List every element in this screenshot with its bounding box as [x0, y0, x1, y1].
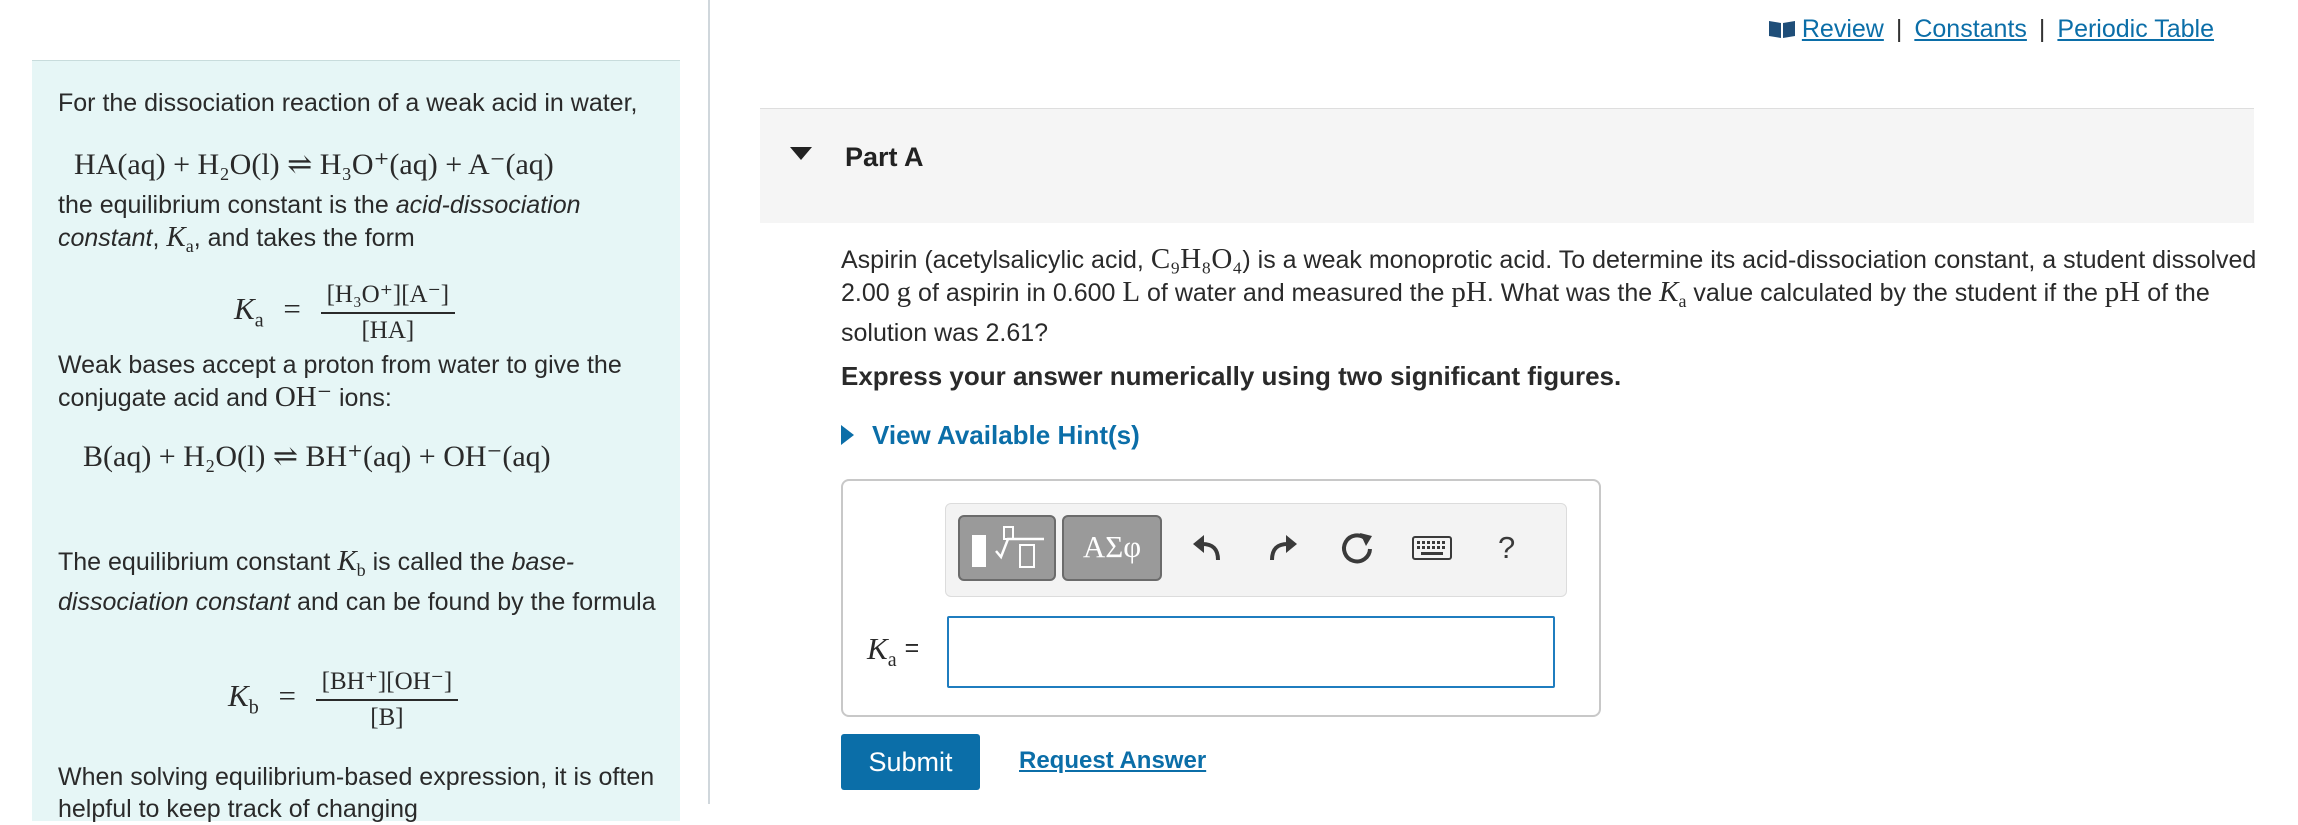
link-separator: |	[2038, 15, 2046, 43]
part-a-header[interactable]: Part A	[760, 108, 2254, 223]
question-text: Aspirin (acetylsalicylic acid, C₉H₈O₄) i…	[841, 243, 2257, 347]
kb-definition-text: The equilibrium constant Kb is called th…	[58, 545, 656, 616]
acid-dissociation-equation: HA(aq) + H₂O(l) ⇌ H₃O⁺(aq) + A⁻(aq)	[74, 148, 554, 181]
constants-link[interactable]: Constants	[1914, 15, 2027, 43]
aspirin-formula: C₉H₈O₄	[1150, 243, 1243, 275]
keyboard-icon[interactable]	[1412, 534, 1452, 567]
help-button[interactable]: ?	[1498, 530, 1515, 566]
math-toolbar: ΑΣφ ?	[945, 503, 1567, 597]
caret-down-icon[interactable]	[790, 147, 812, 166]
answer-instruction: Express your answer numerically using tw…	[841, 361, 1622, 391]
reset-icon[interactable]	[1338, 530, 1376, 573]
ka-definition-text: the equilibrium constant is the acid-dis…	[58, 191, 581, 256]
solving-text: When solving equilibrium-based expressio…	[58, 763, 655, 823]
bases-text: Weak bases accept a proton from water to…	[58, 351, 622, 413]
info-panel: For the dissociation reaction of a weak …	[32, 60, 680, 823]
greek-symbols-button[interactable]: ΑΣφ	[1062, 515, 1162, 581]
templates-button[interactable]	[958, 515, 1056, 581]
kb-formula: Kb = [BH⁺][OH⁻] [B]	[228, 666, 459, 732]
ka-formula: Ka = [H₃O⁺][A⁻] [HA]	[234, 279, 456, 345]
intro-text: For the dissociation reaction of a weak …	[58, 89, 638, 117]
templates-icon	[960, 526, 1054, 583]
answer-box: ΑΣφ ? Ka =	[841, 479, 1601, 717]
request-answer-link[interactable]: Request Answer	[1019, 747, 1206, 775]
resource-links: Review | Constants | Periodic Table	[1768, 15, 2214, 46]
caret-right-icon	[841, 425, 854, 445]
kb-numerator: [BH⁺][OH⁻]	[315, 666, 459, 701]
review-link[interactable]: Review	[1802, 15, 1884, 43]
ka-numerator: [H₃O⁺][A⁻]	[320, 279, 456, 314]
answer-input[interactable]	[947, 616, 1555, 688]
ka-denominator: [HA]	[361, 317, 415, 344]
view-hints-toggle[interactable]: View Available Hint(s)	[841, 420, 1140, 451]
base-dissociation-equation: B(aq) + H₂O(l) ⇌ BH⁺(aq) + OH⁻(aq)	[83, 440, 551, 473]
undo-icon[interactable]	[1190, 532, 1224, 571]
ka-answer-label: Ka =	[867, 631, 920, 672]
periodic-table-link[interactable]: Periodic Table	[2057, 15, 2214, 43]
submit-button[interactable]: Submit	[841, 734, 980, 790]
panel-divider	[708, 0, 710, 804]
kb-denominator: [B]	[370, 704, 404, 731]
book-icon	[1768, 17, 1796, 46]
part-title: Part A	[845, 142, 924, 172]
redo-icon[interactable]	[1266, 532, 1300, 571]
link-separator: |	[1895, 15, 1903, 43]
